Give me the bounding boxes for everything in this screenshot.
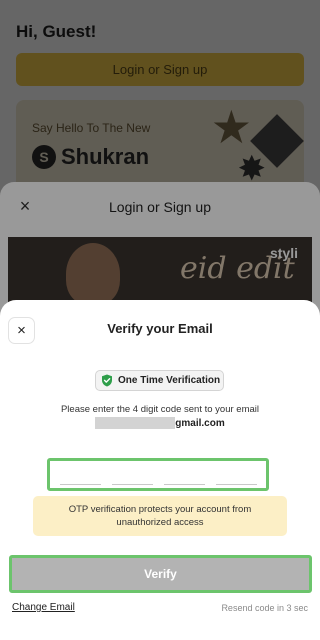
otp-badge: One Time Verification bbox=[95, 370, 224, 391]
resend-countdown: Resend code in 3 sec bbox=[221, 603, 308, 613]
verify-email-sheet: × Verify your Email One Time Verificatio… bbox=[0, 300, 320, 640]
change-email-link[interactable]: Change Email bbox=[12, 602, 75, 613]
email-address: gmail.com bbox=[0, 417, 320, 429]
sheet-title: Verify your Email bbox=[107, 321, 213, 336]
instruction-text: Please enter the 4 digit code sent to yo… bbox=[60, 404, 260, 415]
email-domain: gmail.com bbox=[175, 417, 225, 429]
otp-notice: OTP verification protects your account f… bbox=[33, 496, 287, 536]
verify-button-highlight: Verify bbox=[9, 555, 312, 593]
otp-digit-2[interactable] bbox=[111, 465, 153, 485]
otp-digit-3[interactable] bbox=[163, 465, 205, 485]
otp-digit-4[interactable] bbox=[215, 465, 257, 485]
verify-button[interactable]: Verify bbox=[12, 558, 309, 590]
otp-badge-label: One Time Verification bbox=[118, 375, 221, 386]
otp-notice-text: OTP verification protects your account f… bbox=[68, 503, 252, 528]
shield-check-icon bbox=[102, 374, 112, 387]
otp-input-group[interactable] bbox=[47, 458, 269, 491]
otp-digit-1[interactable] bbox=[59, 465, 101, 485]
email-redacted-mask bbox=[95, 417, 176, 429]
